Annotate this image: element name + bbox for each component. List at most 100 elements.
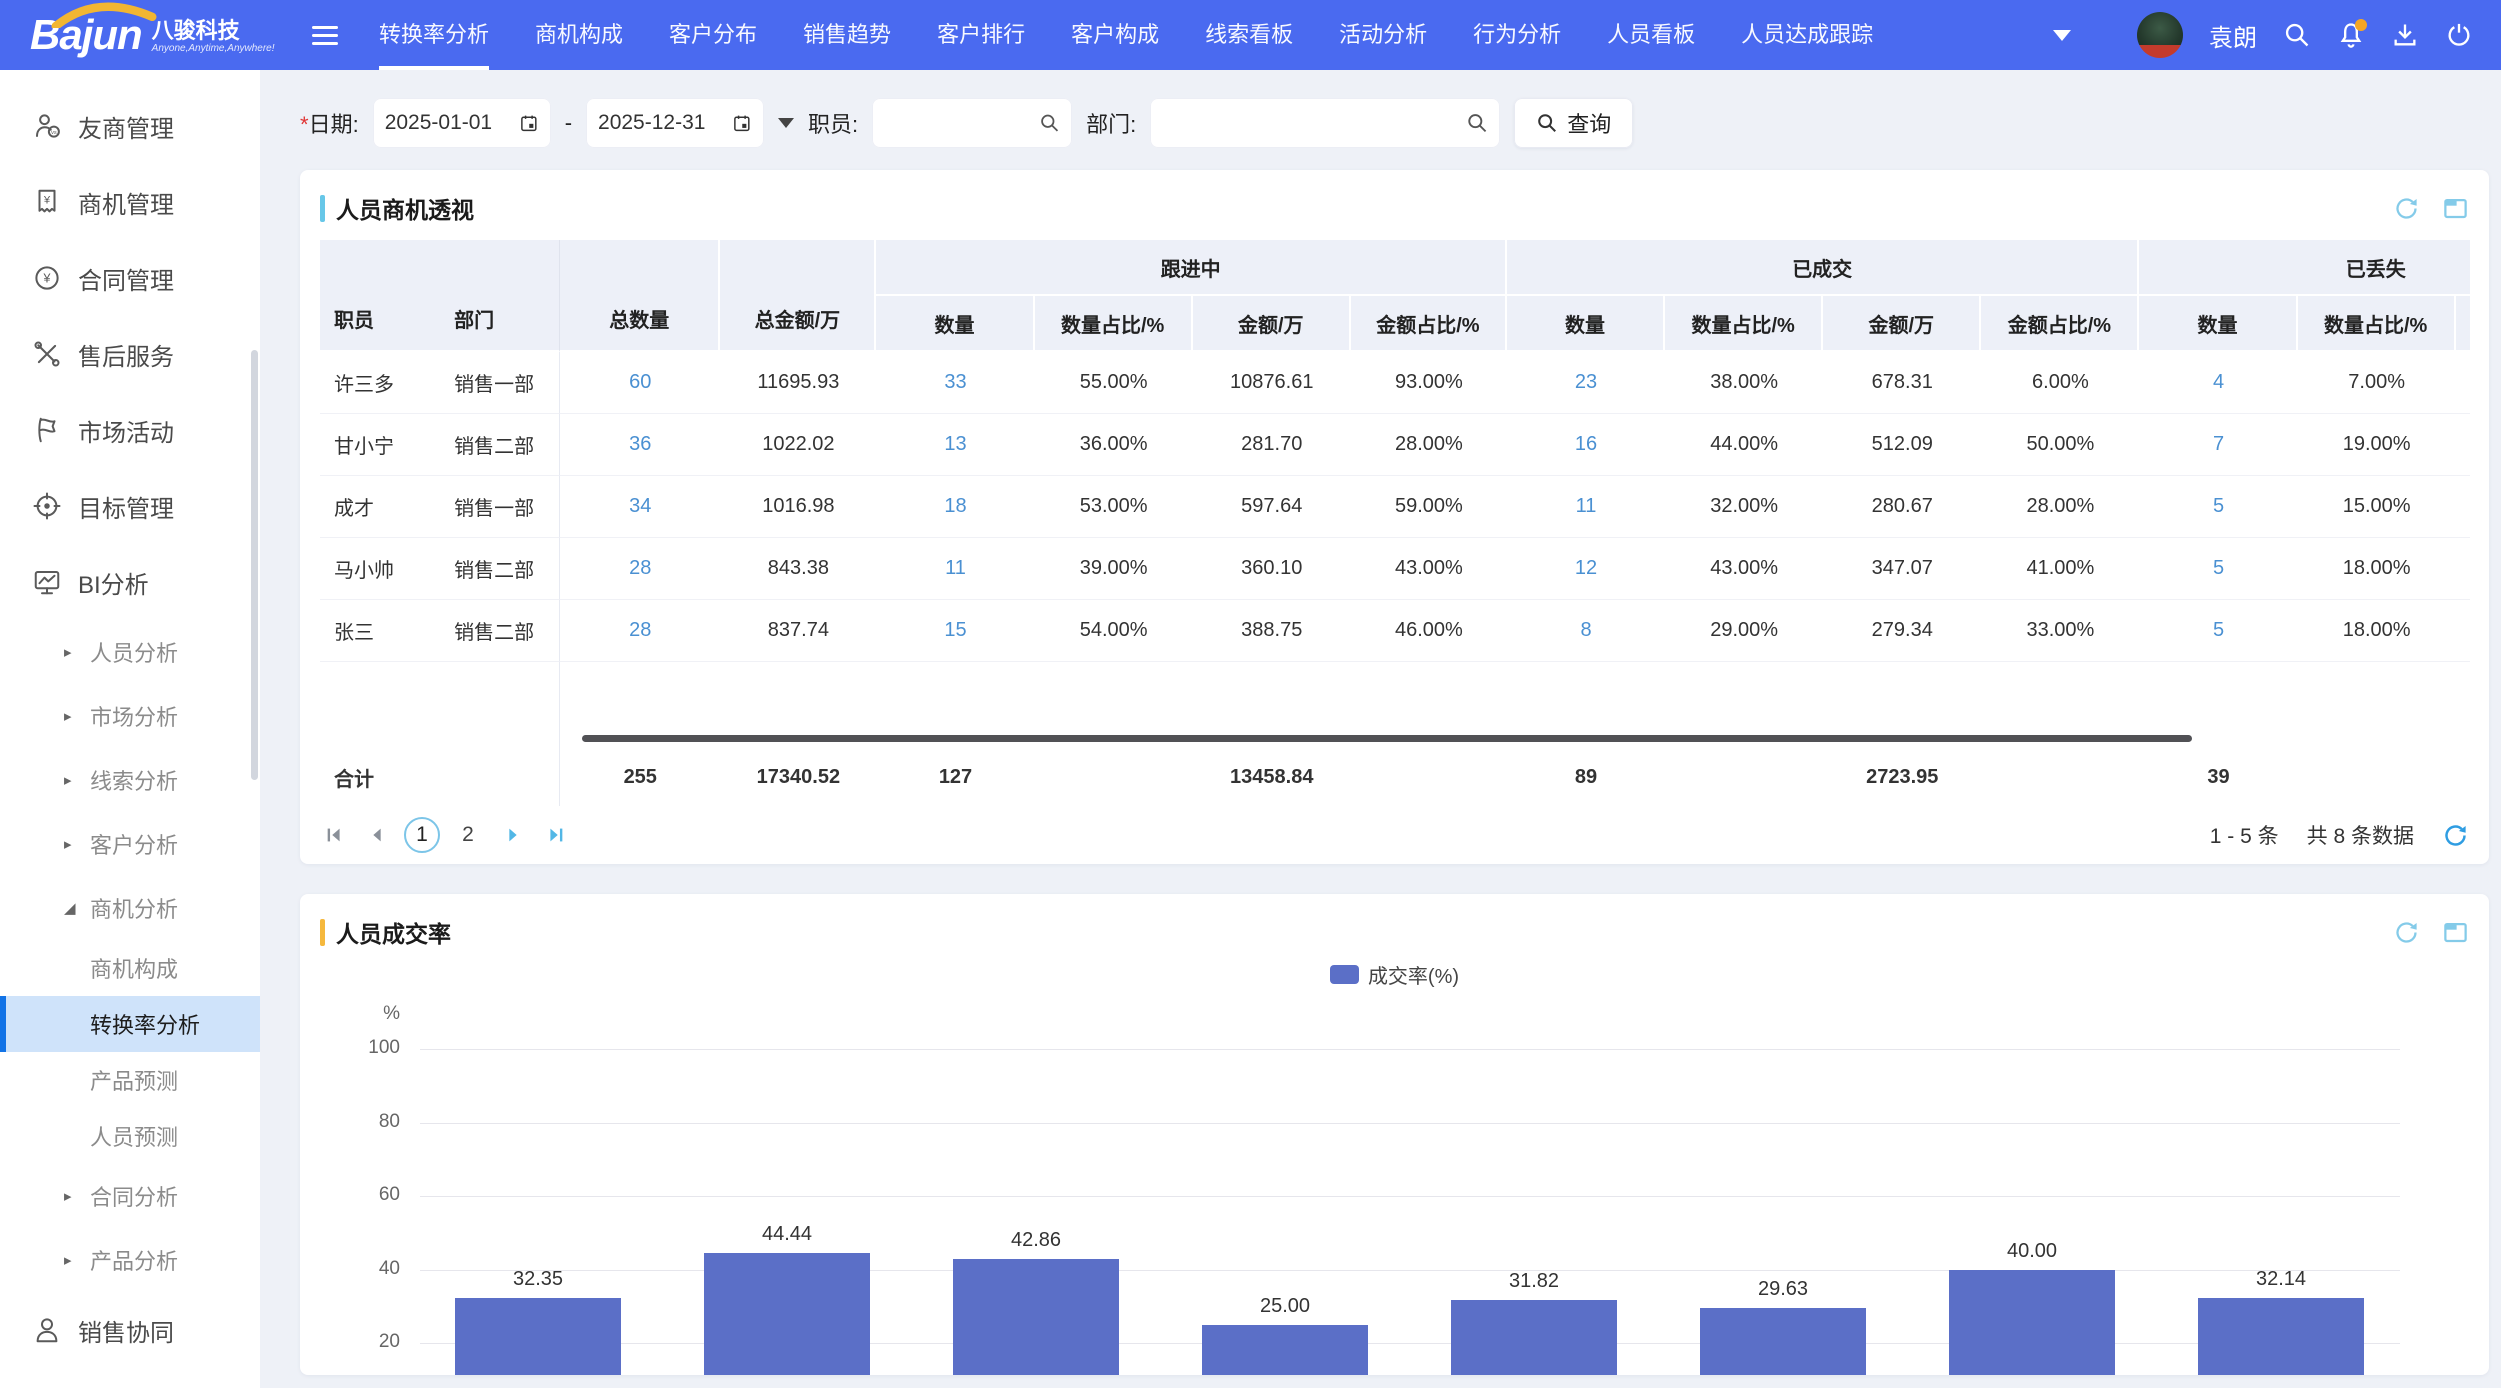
- sidebar-item-合同管理[interactable]: ¥ 合同管理: [0, 240, 260, 316]
- sidebar-scrollbar[interactable]: [251, 350, 258, 780]
- bar-close-rate-1[interactable]: [455, 1297, 621, 1375]
- sidebar-item-目标管理[interactable]: 目标管理: [0, 468, 260, 544]
- cell-count-link[interactable]: 36: [560, 414, 721, 476]
- horizontal-scrollbar[interactable]: [582, 735, 2192, 742]
- prev-page-button[interactable]: [362, 820, 392, 850]
- nav-tab-人员看板[interactable]: 人员看板: [1584, 0, 1718, 70]
- window-icon[interactable]: [2442, 195, 2469, 222]
- date-to-input[interactable]: [598, 111, 725, 135]
- refresh-icon[interactable]: [2393, 195, 2420, 222]
- cell-count-link[interactable]: 16: [1506, 414, 1666, 476]
- nav-tab-客户排行[interactable]: 客户排行: [914, 0, 1048, 70]
- sidebar-item-市场活动[interactable]: 市场活动: [0, 392, 260, 468]
- nav-tab-活动分析[interactable]: 活动分析: [1316, 0, 1450, 70]
- page-number-1[interactable]: 1: [404, 817, 440, 853]
- tabs-overflow-caret-icon[interactable]: [2053, 29, 2071, 41]
- cell-count-link[interactable]: 34: [560, 476, 721, 538]
- cell-count-link[interactable]: 11: [1506, 476, 1666, 538]
- bar-close-rate-3[interactable]: [953, 1258, 1119, 1375]
- menu-toggle-icon[interactable]: [304, 18, 346, 53]
- first-page-button[interactable]: [320, 820, 350, 850]
- sidebar-item-转换率分析[interactable]: 转换率分析: [0, 996, 260, 1052]
- sidebar-item-label: 合同分析: [90, 1185, 179, 1210]
- sidebar-item-商机管理[interactable]: ¥ 商机管理: [0, 164, 260, 240]
- nav-tab-客户分布[interactable]: 客户分布: [646, 0, 780, 70]
- bar-close-rate-5[interactable]: [1451, 1299, 1617, 1375]
- cell-count-link[interactable]: 28: [560, 600, 721, 662]
- date-from-input[interactable]: [384, 111, 511, 135]
- cell-count-link[interactable]: 12: [1506, 538, 1666, 600]
- cell-count-link[interactable]: 4: [2139, 352, 2298, 414]
- department-field[interactable]: [1150, 98, 1501, 148]
- bar-close-rate-4[interactable]: [1202, 1324, 1368, 1375]
- calendar-icon[interactable]: [732, 111, 752, 135]
- sidebar-item-销售协同[interactable]: 销售协同: [0, 1292, 260, 1368]
- sidebar-item-线索分析[interactable]: ▸ 线索分析: [0, 748, 260, 812]
- nav-tab-客户构成[interactable]: 客户构成: [1048, 0, 1182, 70]
- refresh-icon[interactable]: [2442, 822, 2469, 849]
- calendar-icon[interactable]: [519, 111, 539, 135]
- power-icon[interactable]: [2445, 21, 2473, 49]
- sidebar-item-商机分析[interactable]: ◢ 商机分析: [0, 876, 260, 940]
- sidebar-item-产品预测[interactable]: 产品预测: [0, 1052, 260, 1108]
- last-page-button[interactable]: [540, 820, 570, 850]
- cell-count-link[interactable]: 7: [2139, 414, 2298, 476]
- column-header-数量占比/%: 数量占比/%: [1665, 296, 1824, 352]
- sidebar-item-label: 市场分析: [90, 705, 179, 730]
- notifications-bell-icon[interactable]: [2337, 19, 2367, 49]
- page-number-2[interactable]: 2: [450, 817, 486, 853]
- sidebar-item-客户分析[interactable]: ▸ 客户分析: [0, 812, 260, 876]
- cell-count-link[interactable]: 33: [876, 352, 1035, 414]
- department-input[interactable]: [1162, 111, 1466, 135]
- nav-tab-销售趋势[interactable]: 销售趋势: [780, 0, 914, 70]
- sidebar-item-市场分析[interactable]: ▸ 市场分析: [0, 684, 260, 748]
- nav-tab-人员达成跟踪[interactable]: 人员达成跟踪: [1718, 0, 1896, 70]
- nav-tab-行为分析[interactable]: 行为分析: [1450, 0, 1584, 70]
- sidebar-item-友商管理[interactable]: vs 友商管理: [0, 88, 260, 164]
- window-icon[interactable]: [2442, 919, 2469, 946]
- search-icon[interactable]: [2283, 21, 2311, 49]
- nav-tab-转换率分析[interactable]: 转换率分析: [356, 0, 512, 70]
- bar-close-rate-7[interactable]: [1949, 1269, 2115, 1375]
- bar-close-rate-6[interactable]: [1700, 1307, 1866, 1375]
- refresh-icon[interactable]: [2393, 919, 2420, 946]
- sidebar-item-基本功能[interactable]: 基本功能: [0, 1368, 260, 1388]
- sidebar-item-商机构成[interactable]: 商机构成: [0, 940, 260, 996]
- date-from-field[interactable]: [372, 98, 551, 148]
- next-page-button[interactable]: [498, 820, 528, 850]
- sidebar-item-人员分析[interactable]: ▸ 人员分析: [0, 620, 260, 684]
- sidebar-item-合同分析[interactable]: ▸ 合同分析: [0, 1164, 260, 1228]
- sidebar-item-人员预测[interactable]: 人员预测: [0, 1108, 260, 1164]
- search-icon[interactable]: [1466, 111, 1488, 135]
- cell-count-link[interactable]: 28: [560, 538, 721, 600]
- cell-count-link[interactable]: 60: [560, 352, 721, 414]
- cell-count-link[interactable]: 13: [876, 414, 1035, 476]
- bar-close-rate-2[interactable]: [704, 1253, 870, 1375]
- cell-count-link[interactable]: 5: [2139, 600, 2298, 662]
- sidebar-item-BI分析[interactable]: BI分析: [0, 544, 260, 620]
- cell-value: 59.00%: [1350, 476, 1507, 538]
- query-button[interactable]: 查询: [1514, 98, 1634, 148]
- cell-count-link[interactable]: 5: [2139, 538, 2298, 600]
- employee-field[interactable]: [872, 98, 1073, 148]
- legend-item-close-rate[interactable]: 成交率(%): [1329, 960, 1459, 989]
- sidebar-item-产品分析[interactable]: ▸ 产品分析: [0, 1228, 260, 1292]
- download-icon[interactable]: [2391, 21, 2419, 49]
- avatar[interactable]: [2137, 12, 2183, 58]
- cell-count-link[interactable]: 23: [1506, 352, 1666, 414]
- search-icon[interactable]: [1039, 111, 1060, 135]
- date-preset-caret-icon[interactable]: [778, 118, 795, 128]
- cell-count-link[interactable]: 18: [876, 476, 1035, 538]
- nav-tab-线索看板[interactable]: 线索看板: [1182, 0, 1316, 70]
- nav-tab-商机构成[interactable]: 商机构成: [512, 0, 646, 70]
- employee-input[interactable]: [884, 111, 1040, 135]
- cell-count-link[interactable]: 11: [876, 538, 1035, 600]
- cell-count-link[interactable]: 8: [1506, 600, 1666, 662]
- date-to-field[interactable]: [586, 98, 765, 148]
- cell-count-link[interactable]: 5: [2139, 476, 2298, 538]
- sidebar-item-售后服务[interactable]: 售后服务: [0, 316, 260, 392]
- user-name[interactable]: 袁朗: [2209, 18, 2257, 53]
- cell-count-link[interactable]: 15: [876, 600, 1035, 662]
- bar-close-rate-8[interactable]: [2198, 1298, 2364, 1375]
- cell-value: 1022.02: [720, 414, 877, 476]
